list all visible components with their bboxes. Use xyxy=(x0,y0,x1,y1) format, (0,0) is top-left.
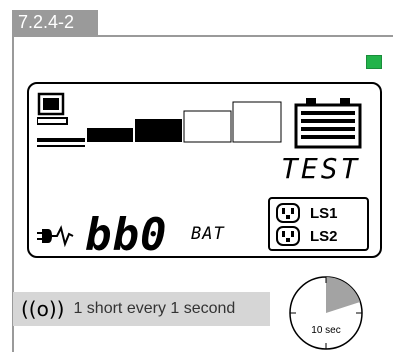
section-number: 7.2.4-2 xyxy=(12,10,98,35)
outlet-row-ls2: LS2 xyxy=(276,226,338,246)
readout-value: bb0 xyxy=(85,210,168,261)
outlet-icon xyxy=(276,226,300,246)
outlet-row-ls1: LS1 xyxy=(276,203,338,223)
timer-label: 10 sec xyxy=(311,325,340,336)
ac-input-icon xyxy=(37,225,74,248)
load-segment-2 xyxy=(87,128,133,142)
frame-top-line xyxy=(12,35,393,37)
readout-unit: BAT xyxy=(191,224,225,244)
load-segment-3 xyxy=(135,119,182,142)
beep-sound-icon: ((o)) xyxy=(21,297,65,321)
load-level-bar xyxy=(37,101,282,147)
outlet-icon xyxy=(276,203,300,223)
green-status-led xyxy=(366,55,382,69)
mode-text: TEST xyxy=(281,152,361,185)
beep-pattern-text: 1 short every 1 second xyxy=(73,300,236,317)
outlet-label: LS1 xyxy=(310,204,338,222)
beep-pattern-note: ((o)) 1 short every 1 second xyxy=(13,292,270,326)
outlet-label: LS2 xyxy=(310,227,338,245)
load-segment-1 xyxy=(37,138,85,142)
load-segment-4 xyxy=(183,110,232,143)
load-segment-outlets: LS1 LS2 xyxy=(268,197,369,251)
battery-icon xyxy=(294,98,362,149)
timer-icon: 10 sec xyxy=(289,276,363,350)
load-segment-5 xyxy=(232,101,282,143)
